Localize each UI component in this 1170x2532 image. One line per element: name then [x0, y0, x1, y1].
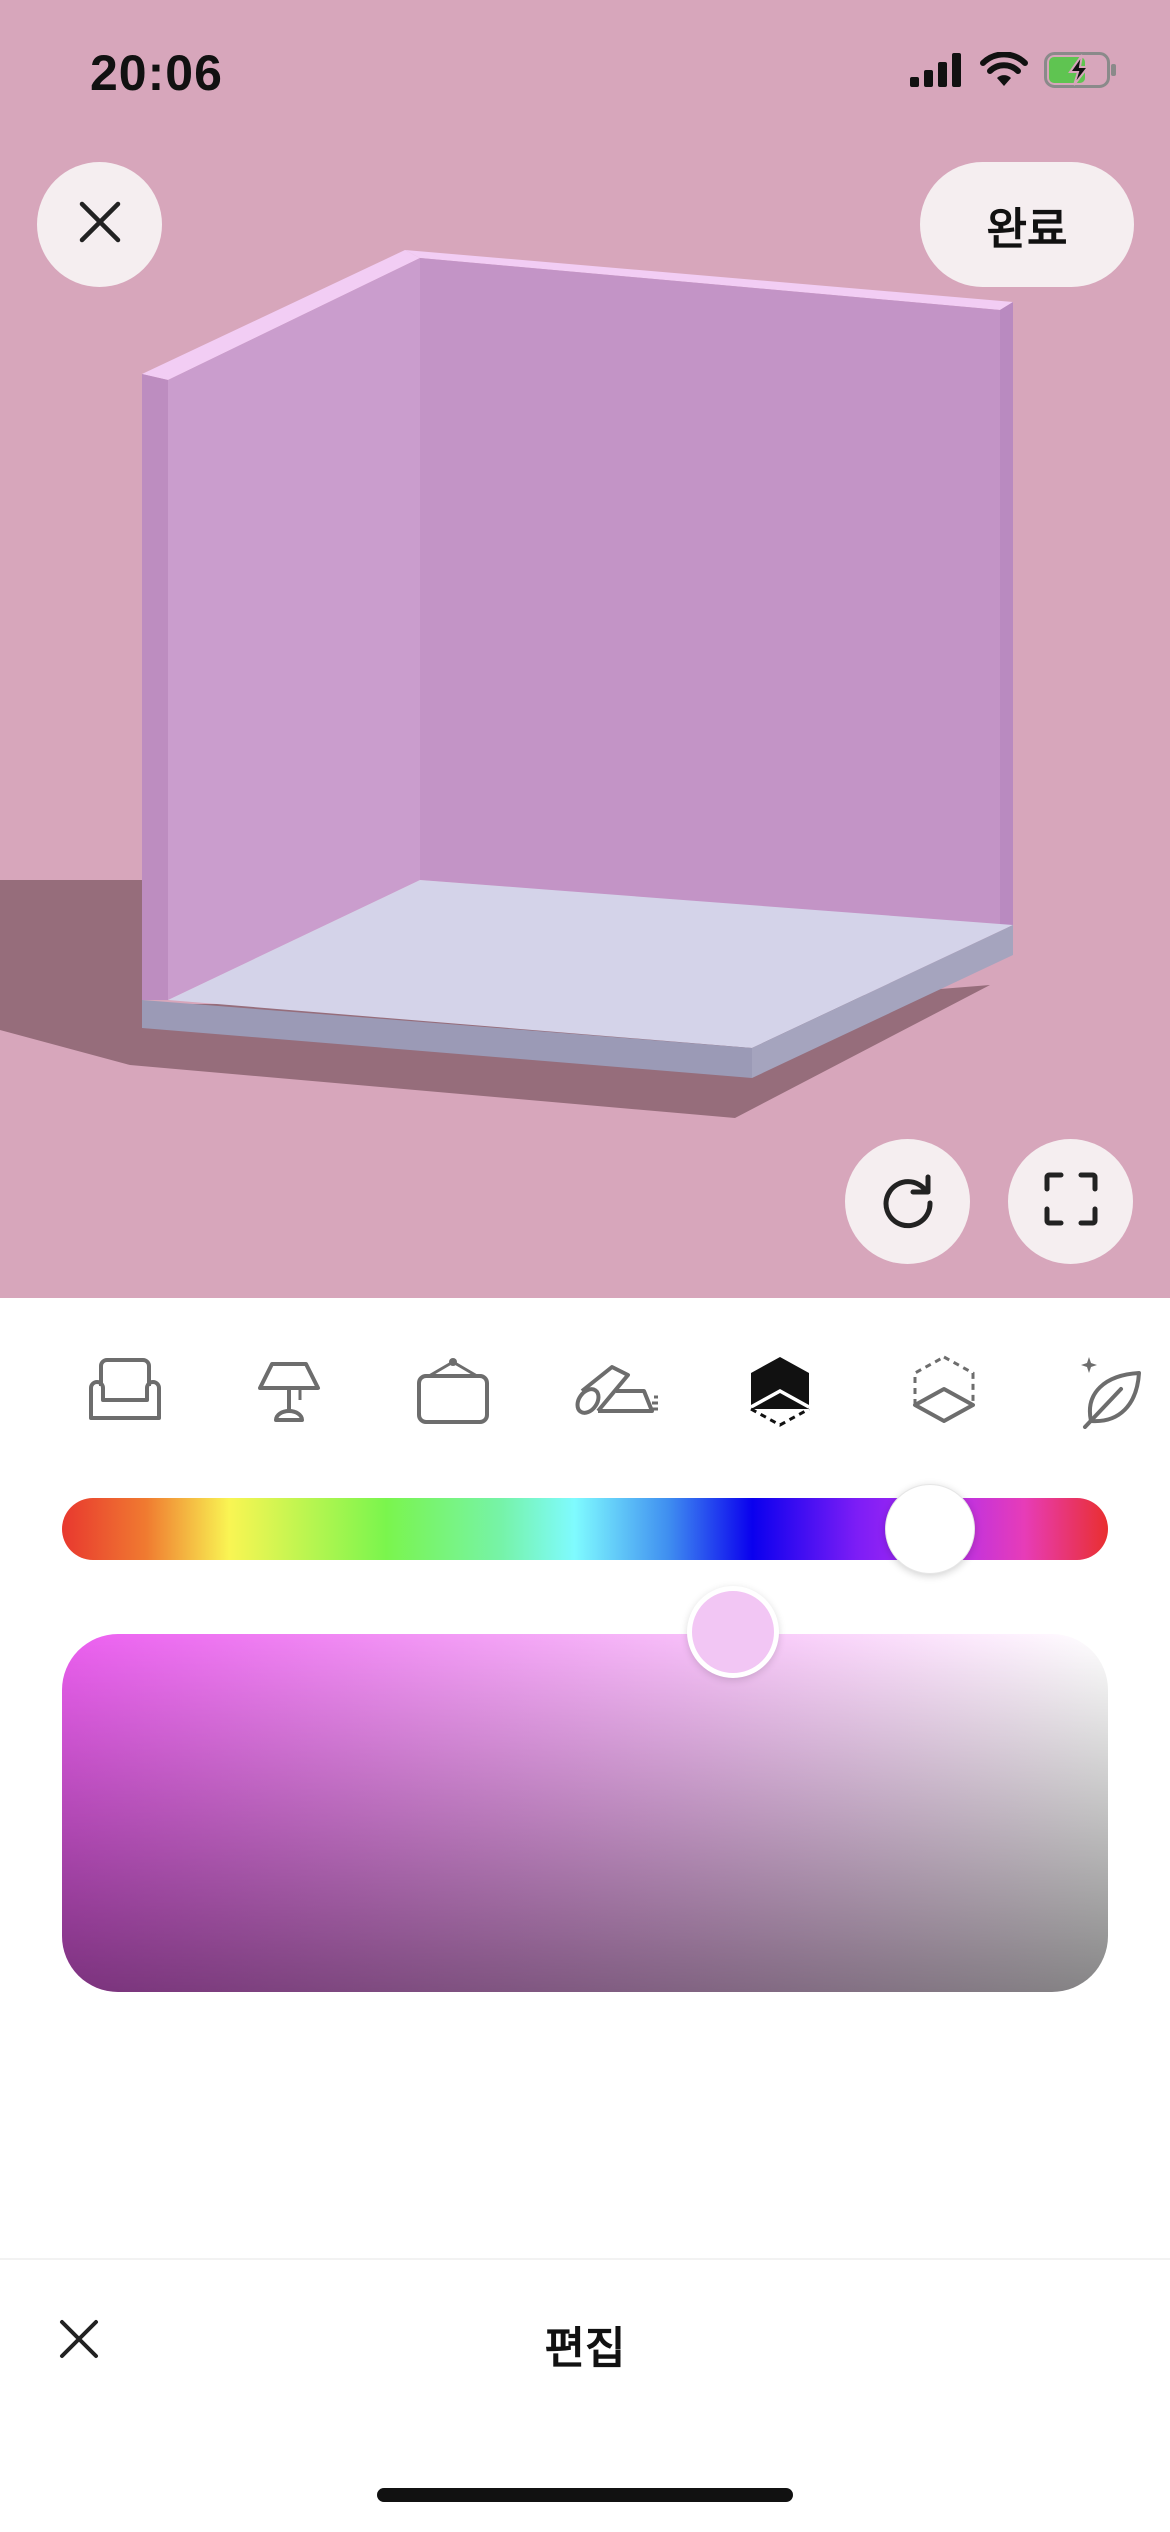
footer-divider — [0, 2258, 1170, 2260]
done-button[interactable]: 완료 — [920, 162, 1134, 287]
fullscreen-icon — [1043, 1171, 1099, 1232]
rotate-icon — [878, 1169, 938, 1234]
home-indicator — [377, 2488, 793, 2502]
category-tab-plant[interactable] — [1055, 1338, 1165, 1448]
rug-icon — [572, 1361, 662, 1426]
left-wall — [168, 258, 420, 1000]
saturation-brightness-picker[interactable] — [62, 1634, 1108, 1992]
category-tabs — [0, 1338, 1170, 1498]
category-tab-floor[interactable] — [889, 1338, 999, 1448]
panel-title: 편집 — [544, 2324, 626, 2373]
edit-panel: 편집 — [0, 1298, 1170, 2532]
back-wall — [420, 258, 1000, 925]
battery-charging-icon — [1044, 52, 1118, 93]
wifi-icon — [980, 51, 1028, 93]
close-button[interactable] — [37, 162, 162, 287]
cellular-signal-icon — [910, 53, 964, 92]
status-icons — [910, 51, 1118, 93]
leaf-icon — [1075, 1353, 1145, 1434]
rotate-button[interactable] — [845, 1139, 970, 1264]
status-time: 20:06 — [90, 45, 223, 101]
sofa-icon — [85, 1356, 165, 1431]
color-picker-handle[interactable] — [687, 1586, 779, 1678]
fullscreen-button[interactable] — [1008, 1139, 1133, 1264]
left-wall-side — [142, 374, 168, 1000]
wall-color-icon — [747, 1355, 813, 1432]
lamp-icon — [254, 1356, 324, 1431]
floor-icon — [911, 1355, 977, 1432]
status-bar: 20:06 — [0, 0, 1170, 150]
hue-slider-handle[interactable] — [885, 1484, 976, 1574]
frame-icon — [415, 1356, 491, 1431]
close-icon — [78, 200, 122, 249]
category-tab-wall-selected[interactable] — [725, 1338, 835, 1448]
category-tab-lighting[interactable] — [234, 1338, 344, 1448]
back-wall-side — [1000, 302, 1013, 930]
category-tab-rug[interactable] — [562, 1338, 672, 1448]
room-preview[interactable]: 20:06 완료 — [0, 0, 1170, 1298]
category-tab-furniture[interactable] — [70, 1338, 180, 1448]
category-tab-wall-decor[interactable] — [398, 1338, 508, 1448]
